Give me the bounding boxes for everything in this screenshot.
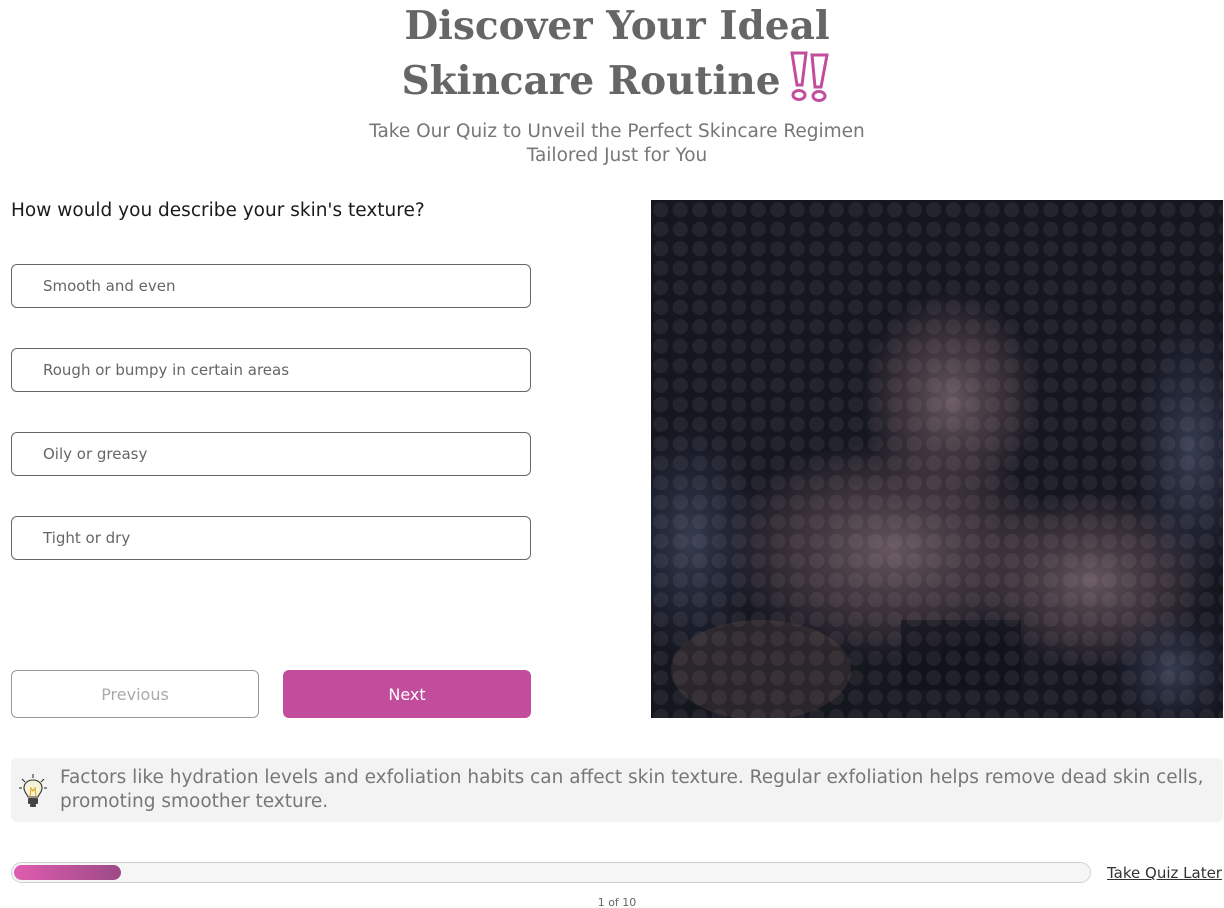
subtitle-line-2: Tailored Just for You xyxy=(526,145,708,166)
page-title: Discover Your Ideal Skincare Routine xyxy=(0,2,1224,105)
double-exclamation-icon xyxy=(789,51,829,102)
quiz-progress-bar xyxy=(11,862,1091,883)
page-subtitle: Take Our Quiz to Unveil the Perfect Skin… xyxy=(0,120,1224,168)
next-button[interactable]: Next xyxy=(283,670,531,718)
option-oily-or-greasy[interactable]: Oily or greasy xyxy=(11,432,531,476)
option-rough-or-bumpy[interactable]: Rough or bumpy in certain areas xyxy=(11,348,531,392)
tip-text: Factors like hydration levels and exfoli… xyxy=(60,767,1204,812)
subtitle-line-1: Take Our Quiz to Unveil the Perfect Skin… xyxy=(369,121,865,142)
progress-counter: 1 of 10 xyxy=(597,896,637,908)
mosaic-photo xyxy=(651,200,1223,718)
title-line-2: Skincare Routine xyxy=(0,50,1224,105)
option-smooth-and-even[interactable]: Smooth and even xyxy=(11,264,531,308)
quiz-question: How would you describe your skin's textu… xyxy=(11,200,425,221)
lightbulb-icon xyxy=(19,774,47,807)
previous-button[interactable]: Previous xyxy=(11,670,259,718)
progress-bar-fill xyxy=(14,865,121,880)
take-quiz-later-link[interactable]: Take Quiz Later xyxy=(1107,864,1222,882)
option-tight-or-dry[interactable]: Tight or dry xyxy=(11,516,531,560)
title-line-1: Discover Your Ideal xyxy=(404,3,830,49)
tip-box: Factors like hydration levels and exfoli… xyxy=(11,758,1223,822)
quiz-illustration-image xyxy=(651,200,1223,718)
title-line-2-text: Skincare Routine xyxy=(401,58,781,104)
